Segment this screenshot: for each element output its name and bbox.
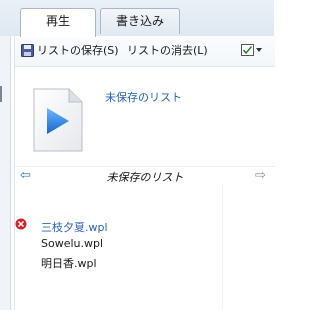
list-item[interactable]: 明日香.wpl	[41, 255, 97, 271]
list-item[interactable]: Sowelu.wpl	[41, 237, 103, 250]
list-pane: リストの保存(S) リストの消去(L) 未保存のリスト ⇦ 未保存のリスト ⇨ …	[14, 36, 275, 310]
error-icon	[15, 218, 27, 230]
tab-burn[interactable]: 書き込み	[100, 8, 180, 34]
list-toolbar: リストの保存(S) リストの消去(L)	[15, 36, 275, 67]
clear-list-button[interactable]: リストの消去(L)	[127, 36, 208, 66]
playlist-header-title: 未保存のリスト	[106, 171, 184, 184]
save-list-label: リストの保存(S)	[37, 44, 119, 57]
pane-splitter-handle[interactable]	[0, 86, 2, 102]
tab-strip: 再生 書き込み	[0, 0, 274, 37]
library-pane-edge	[0, 36, 11, 310]
list-item[interactable]: 三枝夕夏.wpl	[41, 219, 108, 235]
tab-play[interactable]: 再生	[20, 8, 96, 37]
playlist-document-icon	[33, 88, 83, 152]
forward-arrow-icon[interactable]: ⇨	[255, 168, 266, 183]
playlist-title[interactable]: 未保存のリスト	[105, 89, 182, 105]
column-divider	[222, 186, 223, 310]
list-options-button[interactable]	[241, 44, 263, 58]
list-options-icon	[241, 44, 262, 56]
playlist-header: ⇦ 未保存のリスト ⇨	[15, 166, 275, 185]
save-list-button[interactable]: リストの保存(S)	[21, 36, 119, 66]
floppy-disk-icon	[21, 44, 34, 57]
